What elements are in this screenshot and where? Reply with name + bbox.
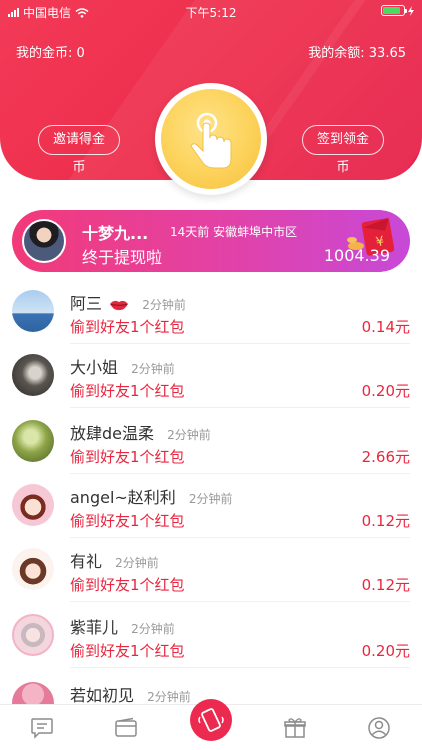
list-item[interactable]: 阿三 2分钟前 偷到好友1个红包 0.14元 (0, 280, 422, 344)
user-name: 阿三 (70, 294, 103, 313)
wallet-icon (115, 717, 137, 737)
user-name: 大小姐 (70, 358, 119, 377)
user-name: 有礼 (70, 552, 103, 571)
amount-label: 0.14元 (361, 318, 410, 336)
tab-shake[interactable] (190, 699, 232, 741)
avatar (12, 290, 54, 332)
steal-message: 偷到好友1个红包 (70, 642, 185, 660)
message-icon (31, 718, 53, 739)
user-name: 若如初见 (70, 686, 135, 705)
steal-message: 偷到好友1个红包 (70, 318, 185, 336)
amount-label: 0.20元 (361, 382, 410, 400)
time-label: 2分钟前 (167, 428, 211, 442)
shake-coin-button[interactable] (155, 83, 267, 195)
amount-label: 2.66元 (361, 448, 410, 466)
list-item[interactable]: 大小姐 2分钟前 偷到好友1个红包 0.20元 (0, 344, 422, 408)
tap-hand-icon (190, 112, 232, 169)
phone-shake-icon (198, 708, 224, 732)
gift-icon (284, 718, 306, 738)
amount-label: 0.20元 (361, 642, 410, 660)
time-label: 2分钟前 (188, 492, 233, 506)
steal-message: 偷到好友1个红包 (70, 576, 185, 594)
list-item[interactable]: 放肆de温柔 2分钟前 偷到好友1个红包 2.66元 (0, 410, 422, 474)
user-name: 紫菲儿 (70, 618, 119, 637)
battery-icon (381, 5, 407, 16)
signin-coins-button[interactable]: 签到领金币 (302, 125, 384, 175)
my-balance-label: 我的余额: 33.65 (308, 46, 406, 61)
banner-amount: 1004.39 (323, 246, 390, 265)
tab-messages[interactable] (29, 715, 55, 741)
list-item[interactable]: angel~赵利利 2分钟前 偷到好友1个红包 0.12元 (0, 474, 422, 538)
lips-badge-icon (110, 300, 129, 310)
tab-wallet[interactable] (113, 715, 139, 741)
time-label: 2分钟前 (142, 298, 186, 312)
bottom-tab-bar (0, 699, 422, 750)
tab-profile[interactable] (366, 715, 392, 741)
banner-message: 终于提现啦 (82, 248, 163, 267)
avatar (12, 354, 54, 396)
avatar (12, 614, 54, 656)
list-item[interactable]: 紫菲儿 2分钟前 偷到好友1个红包 0.20元 (0, 604, 422, 668)
steal-message: 偷到好友1个红包 (70, 512, 185, 530)
user-name: 放肆de温柔 (70, 424, 155, 443)
avatar (12, 484, 54, 526)
time-label: 2分钟前 (147, 690, 191, 704)
steal-message: 偷到好友1个红包 (70, 382, 185, 400)
avatar (12, 420, 54, 462)
profile-icon (368, 717, 390, 739)
amount-label: 0.12元 (361, 576, 410, 594)
avatar (22, 219, 66, 263)
my-coins-label: 我的金币: 0 (16, 46, 85, 61)
time-label: 2分钟前 (131, 622, 175, 636)
status-bar: 中国电信 下午5:12 (0, 0, 422, 22)
invite-coins-button[interactable]: 邀请得金币 (38, 125, 120, 175)
withdraw-banner[interactable]: 十梦九... 14天前 安徽蚌埠中市区 终于提现啦 ¥ 1004.39 (12, 210, 410, 272)
time-label: 2分钟前 (115, 556, 159, 570)
list-item[interactable]: 有礼 2分钟前 偷到好友1个红包 0.12元 (0, 538, 422, 602)
time-label: 2分钟前 (131, 362, 175, 376)
steal-message: 偷到好友1个红包 (70, 448, 185, 466)
avatar (12, 548, 54, 590)
banner-time-location: 14天前 安徽蚌埠中市区 (170, 225, 298, 239)
clock: 下午5:12 (185, 6, 237, 20)
banner-user-name: 十梦九... (82, 224, 149, 243)
user-name: angel~赵利利 (70, 488, 176, 507)
tab-gifts[interactable] (282, 715, 308, 741)
amount-label: 0.12元 (361, 512, 410, 530)
charging-icon (408, 5, 414, 16)
